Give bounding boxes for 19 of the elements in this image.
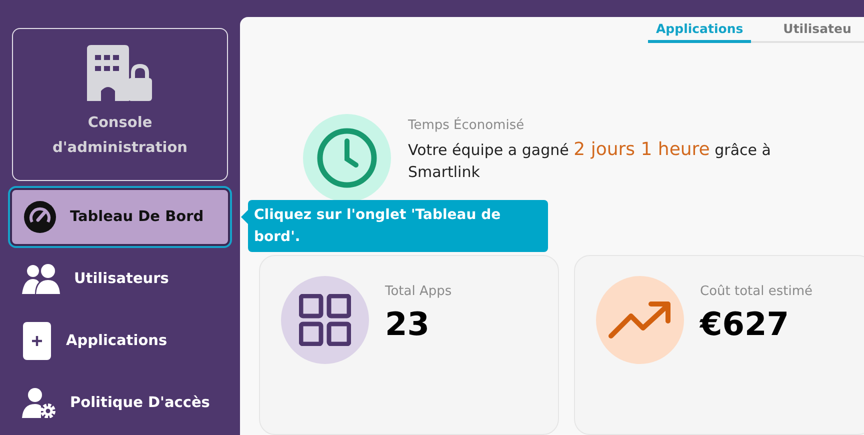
stat-label: Total Apps [385,284,452,299]
add-app-icon [22,322,52,360]
sidebar-item[interactable]: Politique D'accès [8,372,232,434]
sidebar-item[interactable]: Applications [8,310,232,372]
time-saved-sentence: Votre équipe a gagné 2 jours 1 heure grâce à Smartlink [408,139,772,183]
console-card[interactable]: Console d'administration [12,28,228,181]
sidebar-item[interactable]: Utilisateurs [8,248,232,310]
users-icon [22,264,60,294]
stat-value: €627 [700,305,790,343]
sidebar-item[interactable]: Tableau De Bord [10,188,230,246]
stat-value: 23 [385,305,431,343]
user-settings-icon [22,388,56,418]
tooltip-pointer [241,210,248,224]
time-saved-label: Temps Économisé [408,118,526,133]
gauge-icon [24,201,56,233]
tab[interactable]: Utilisateu [775,17,860,43]
console-label: Console d'administration [51,114,189,158]
stat-label: Coût total estimé [700,284,812,299]
building-lock-icon [87,45,153,101]
